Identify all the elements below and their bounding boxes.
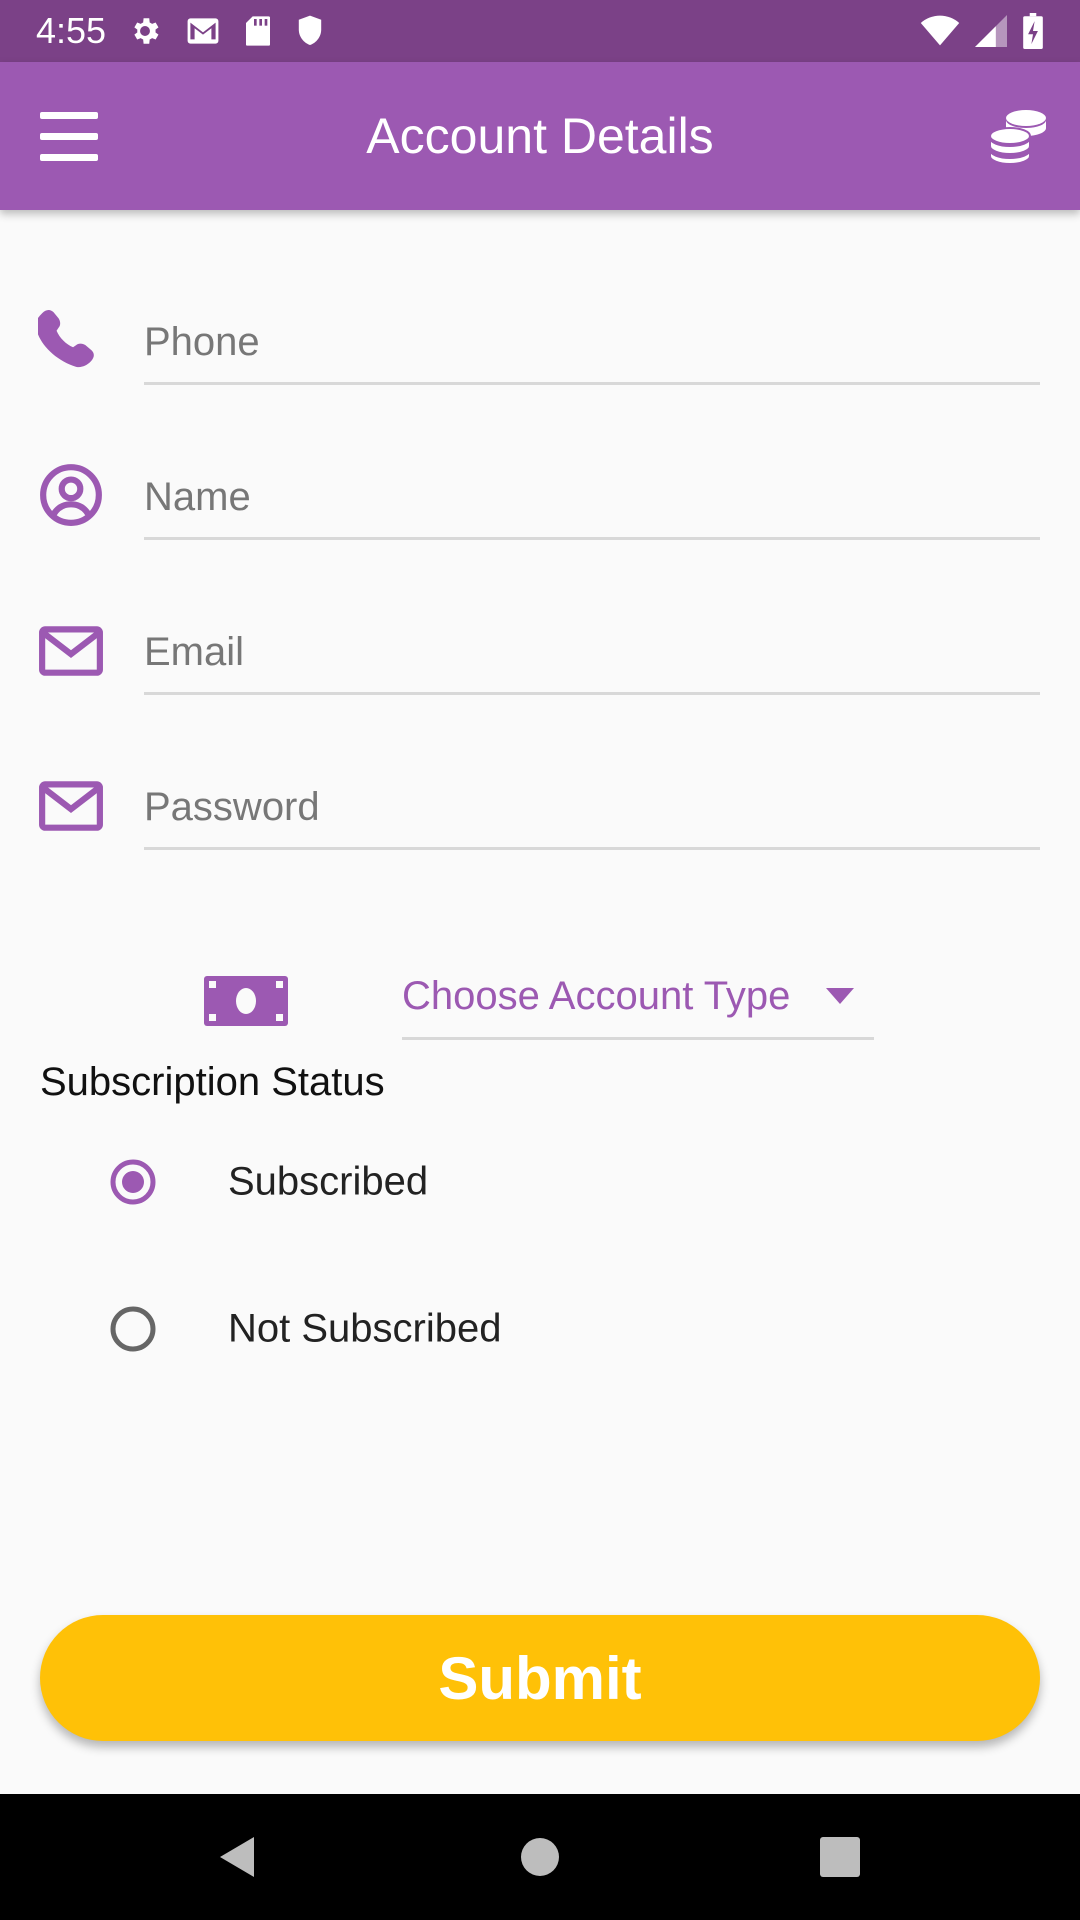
app-bar: Account Details — [0, 62, 1080, 210]
status-time: 4:55 — [36, 10, 107, 51]
radio-unselected-icon — [110, 1306, 156, 1352]
password-input[interactable] — [144, 750, 1040, 850]
home-icon[interactable] — [516, 1833, 564, 1881]
account-type-row: Choose Account Type — [0, 960, 1080, 1040]
navigation-bar — [0, 1794, 1080, 1920]
coins-button[interactable] — [988, 106, 1048, 166]
status-bar: 4:55 — [0, 0, 1080, 62]
recents-icon[interactable] — [816, 1833, 864, 1881]
phone-row — [0, 275, 1080, 405]
subscription-status-label: Subscription Status — [40, 1060, 385, 1104]
password-row — [0, 740, 1080, 870]
email-input[interactable] — [144, 595, 1040, 695]
envelope-icon — [39, 781, 103, 831]
battery-charging-icon — [1023, 13, 1043, 49]
back-icon[interactable] — [214, 1833, 262, 1881]
menu-button[interactable] — [40, 112, 104, 162]
shield-icon — [298, 15, 322, 45]
email-row — [0, 585, 1080, 715]
account-type-label: Choose Account Type — [402, 974, 791, 1018]
phone-icon — [38, 309, 94, 368]
account-type-dropdown[interactable]: Choose Account Type — [402, 960, 874, 1040]
status-icons-left — [128, 14, 324, 48]
radio-subscribed-label: Subscribed — [228, 1159, 429, 1204]
gear-icon — [134, 18, 159, 44]
user-circle-icon — [40, 464, 102, 526]
envelope-icon — [39, 626, 103, 676]
menu-icon — [40, 112, 98, 161]
radio-subscribed[interactable]: Subscribed — [0, 1132, 1080, 1232]
phone-input[interactable] — [144, 285, 1040, 385]
name-row — [0, 430, 1080, 560]
submit-button[interactable]: Submit — [40, 1615, 1040, 1741]
radio-selected-icon — [110, 1159, 156, 1205]
radio-not-subscribed-label: Not Subscribed — [228, 1306, 502, 1351]
page-title: Account Details — [366, 108, 714, 164]
status-icons-right — [920, 13, 1044, 49]
money-bill-icon — [204, 976, 288, 1026]
chevron-down-icon — [826, 988, 854, 1004]
coins-icon — [989, 110, 1046, 166]
signal-icon — [975, 15, 1007, 47]
gmail-icon — [187, 18, 219, 44]
sd-card-icon — [246, 16, 271, 46]
radio-not-subscribed[interactable]: Not Subscribed — [0, 1279, 1080, 1379]
name-input[interactable] — [144, 440, 1040, 540]
wifi-icon — [920, 15, 960, 46]
